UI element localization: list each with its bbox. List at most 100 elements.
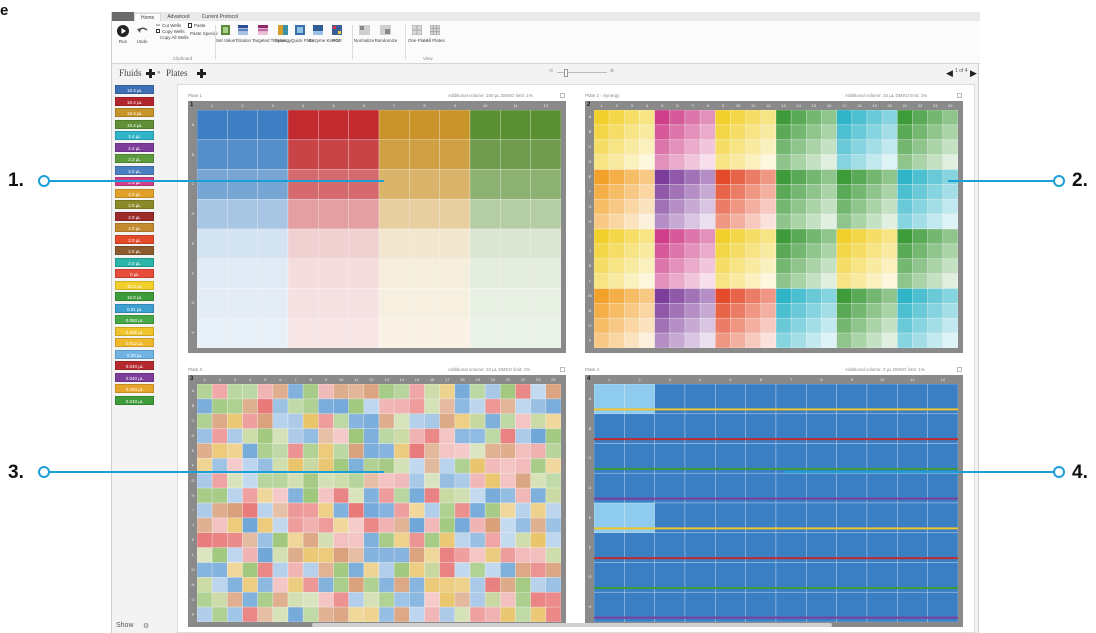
well[interactable]	[530, 591, 547, 608]
well[interactable]	[594, 317, 610, 334]
well[interactable]	[760, 243, 777, 260]
well[interactable]	[424, 591, 440, 608]
well[interactable]	[760, 139, 777, 155]
well[interactable]	[699, 139, 716, 155]
well[interactable]	[469, 472, 486, 489]
well[interactable]	[515, 606, 531, 622]
well[interactable]	[699, 288, 716, 304]
well[interactable]	[654, 110, 671, 126]
well[interactable]	[211, 384, 228, 400]
well[interactable]	[469, 384, 486, 400]
well[interactable]	[699, 184, 716, 200]
well[interactable]	[257, 228, 289, 260]
well[interactable]	[530, 288, 561, 319]
well[interactable]	[500, 532, 516, 548]
well[interactable]	[439, 532, 456, 548]
well[interactable]	[257, 547, 274, 563]
well[interactable]	[699, 124, 716, 141]
well[interactable]	[197, 139, 228, 170]
well[interactable]	[639, 213, 655, 230]
well[interactable]	[530, 472, 547, 489]
well[interactable]	[515, 502, 531, 519]
well[interactable]	[927, 273, 944, 289]
well[interactable]	[530, 517, 547, 534]
well[interactable]	[790, 154, 807, 170]
well[interactable]	[318, 139, 349, 170]
zoom-out-icon[interactable]: ⊖	[549, 68, 553, 74]
well[interactable]	[348, 502, 365, 519]
well[interactable]	[790, 198, 807, 215]
well[interactable]	[318, 258, 349, 289]
well[interactable]	[211, 562, 228, 578]
well[interactable]	[530, 487, 547, 504]
well[interactable]	[851, 288, 868, 304]
well[interactable]	[821, 139, 837, 155]
well[interactable]	[699, 303, 716, 319]
well[interactable]	[424, 458, 440, 474]
well[interactable]	[257, 428, 274, 444]
well[interactable]	[684, 213, 701, 230]
well[interactable]	[699, 154, 716, 170]
well[interactable]	[287, 139, 319, 170]
well[interactable]	[469, 577, 486, 593]
plate-dmso-checkbox[interactable]	[957, 367, 962, 372]
well[interactable]	[806, 258, 822, 274]
well[interactable]	[790, 258, 807, 274]
well[interactable]	[272, 547, 289, 563]
well[interactable]	[881, 184, 898, 200]
well[interactable]	[393, 606, 410, 622]
well[interactable]	[439, 398, 456, 415]
well[interactable]	[363, 502, 380, 519]
well[interactable]	[639, 303, 655, 319]
well[interactable]	[287, 258, 319, 289]
well[interactable]	[821, 317, 837, 334]
well[interactable]	[684, 139, 701, 155]
well[interactable]	[684, 198, 701, 215]
well[interactable]	[287, 413, 304, 429]
well[interactable]	[699, 228, 716, 245]
well[interactable]	[515, 517, 531, 534]
well[interactable]	[439, 317, 471, 348]
well[interactable]	[242, 547, 258, 563]
well[interactable]	[639, 228, 655, 245]
well[interactable]	[500, 502, 516, 519]
fluid-chip[interactable]: 2.0 µL	[115, 234, 154, 244]
well[interactable]	[942, 184, 958, 200]
fluid-chip[interactable]: 2.4 µL	[115, 142, 154, 152]
well[interactable]	[211, 606, 228, 622]
well[interactable]	[790, 169, 807, 185]
well[interactable]	[760, 184, 777, 200]
well[interactable]	[594, 273, 610, 289]
well[interactable]	[318, 428, 334, 444]
well[interactable]	[469, 517, 486, 534]
well[interactable]	[806, 124, 822, 141]
well[interactable]	[378, 606, 395, 622]
well[interactable]	[302, 562, 319, 578]
well[interactable]	[318, 228, 349, 260]
well[interactable]	[745, 288, 762, 304]
well[interactable]	[942, 273, 958, 289]
well[interactable]	[715, 154, 731, 170]
well[interactable]	[378, 139, 410, 170]
well[interactable]	[715, 332, 731, 348]
well[interactable]	[669, 303, 686, 319]
well[interactable]	[654, 228, 671, 245]
well[interactable]	[484, 562, 501, 578]
well[interactable]	[318, 398, 334, 415]
well[interactable]	[775, 198, 792, 215]
well[interactable]	[745, 169, 762, 185]
well-grid[interactable]	[197, 110, 561, 348]
well[interactable]	[624, 124, 640, 141]
well[interactable]	[881, 258, 898, 274]
well[interactable]	[439, 198, 471, 230]
well[interactable]	[594, 110, 610, 126]
well[interactable]	[348, 547, 365, 563]
well[interactable]	[897, 198, 913, 215]
well[interactable]	[881, 154, 898, 170]
well-grid[interactable]	[197, 384, 561, 622]
well[interactable]	[654, 124, 671, 141]
well[interactable]	[333, 472, 349, 489]
well[interactable]	[624, 169, 640, 185]
well[interactable]	[912, 243, 928, 260]
well[interactable]	[257, 258, 289, 289]
